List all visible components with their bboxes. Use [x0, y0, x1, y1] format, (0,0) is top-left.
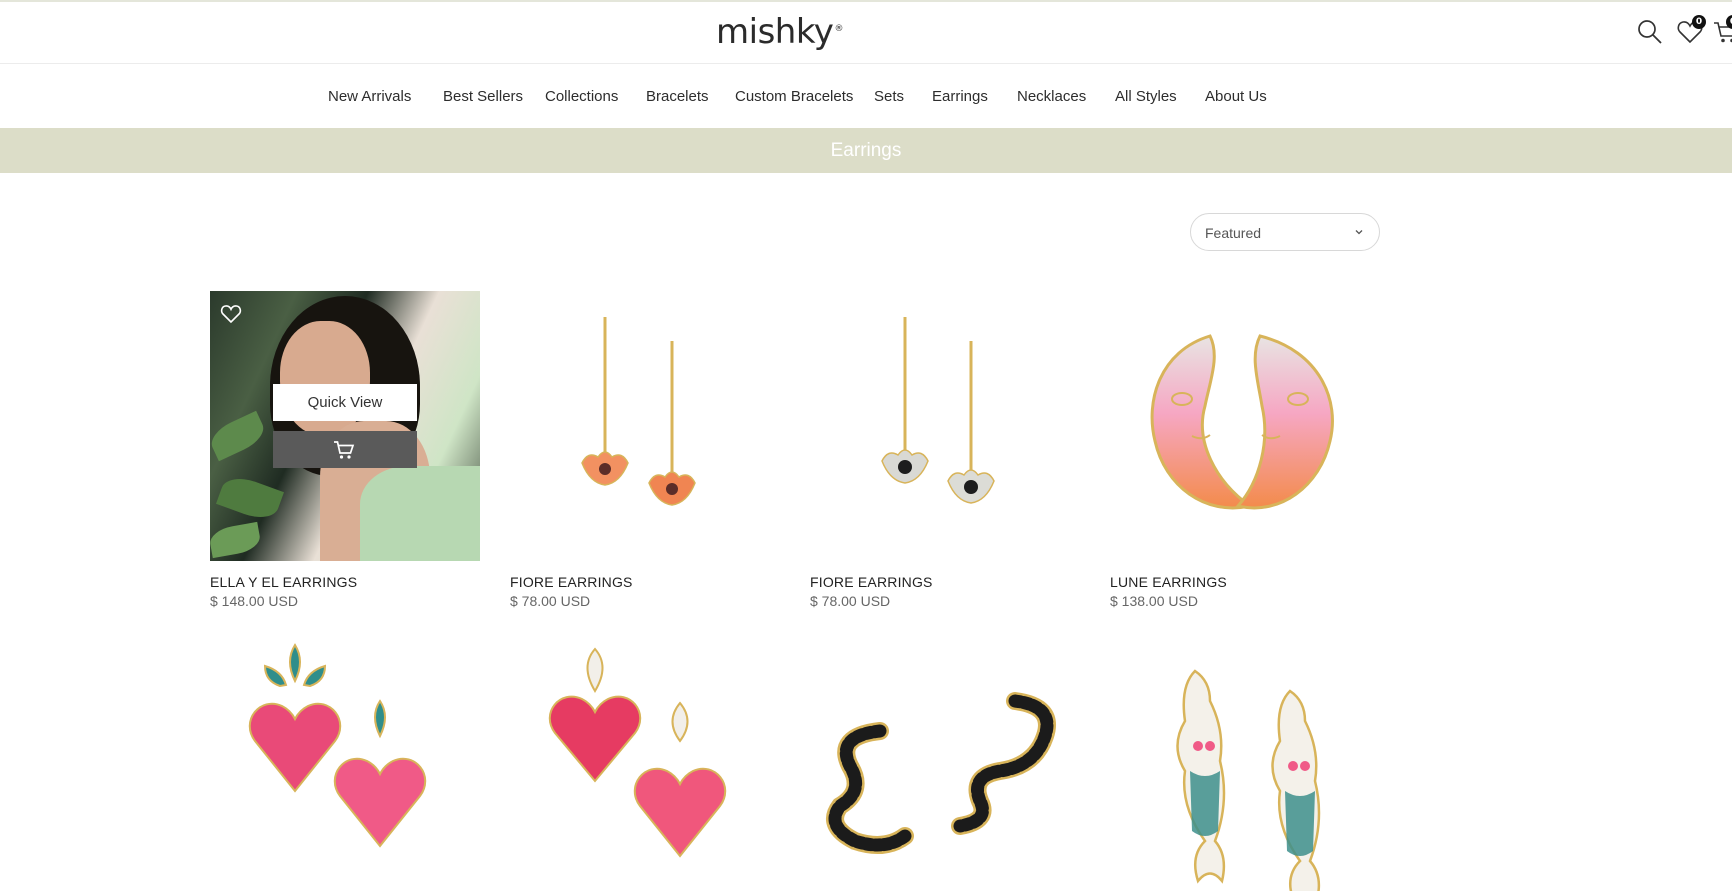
category-banner: Earrings: [0, 128, 1732, 173]
nav-all-styles[interactable]: All Styles: [1115, 88, 1177, 105]
product-title[interactable]: LUNE EARRINGS: [1110, 574, 1227, 590]
product-price: $ 78.00 USD: [810, 593, 891, 609]
mermaid-earrings-illustration: [1176, 669, 1321, 891]
main-navigation: New Arrivals Best Sellers Collections Br…: [0, 64, 1732, 128]
product-image[interactable]: [210, 641, 480, 891]
product-image[interactable]: [1110, 291, 1380, 561]
sort-selected-value: Featured: [1205, 225, 1262, 241]
nav-new-arrivals[interactable]: New Arrivals: [328, 88, 411, 105]
fiore-earrings-orange-illustration: [581, 317, 696, 506]
nav-best-sellers[interactable]: Best Sellers: [443, 88, 523, 105]
product-image[interactable]: [810, 641, 1080, 891]
nav-collections[interactable]: Collections: [545, 88, 618, 105]
product-title[interactable]: FIORE EARRINGS: [810, 574, 933, 590]
sort-select[interactable]: Featured: [1190, 213, 1380, 251]
nav-custom-bracelets[interactable]: Custom Bracelets: [735, 88, 853, 105]
product-title[interactable]: ELLA Y EL EARRINGS: [210, 574, 357, 590]
heart-earrings-pink-illustration: [548, 647, 727, 858]
nav-bracelets[interactable]: Bracelets: [646, 88, 709, 105]
product-price: $ 148.00 USD: [210, 593, 298, 609]
wishlist-heart-icon[interactable]: 0: [1676, 15, 1706, 46]
product-title[interactable]: FIORE EARRINGS: [510, 574, 633, 590]
brand-logo[interactable]: mishky®: [716, 12, 876, 52]
quick-view-button[interactable]: Quick View: [273, 384, 417, 421]
product-image[interactable]: Quick View: [210, 291, 480, 561]
wishlist-count-badge: 0: [1692, 15, 1706, 29]
product-price: $ 138.00 USD: [1110, 593, 1198, 609]
nav-necklaces[interactable]: Necklaces: [1017, 88, 1086, 105]
nav-earrings[interactable]: Earrings: [932, 88, 988, 105]
model-photo: [210, 291, 480, 561]
registered-mark-icon: ®: [834, 23, 843, 34]
fiore-earrings-black-illustration: [881, 317, 995, 504]
product-image[interactable]: [810, 291, 1080, 561]
cart-icon: [334, 441, 355, 459]
chevron-down-icon: [1355, 230, 1363, 235]
add-to-wishlist-heart-icon[interactable]: [220, 303, 242, 325]
snake-earrings-illustration: [826, 692, 1056, 854]
nav-about-us[interactable]: About Us: [1205, 88, 1267, 105]
add-to-cart-button[interactable]: [273, 431, 417, 468]
product-image[interactable]: [1110, 641, 1380, 891]
heart-earrings-green-illustration: [248, 643, 427, 848]
brand-logo-text: mishky: [716, 12, 834, 52]
lune-moon-earrings-illustration: [1150, 334, 1334, 510]
nav-sets[interactable]: Sets: [874, 88, 904, 105]
category-title: Earrings: [830, 140, 902, 161]
search-icon[interactable]: [1636, 18, 1664, 46]
product-price: $ 78.00 USD: [510, 593, 591, 609]
site-header: mishky® 0 0: [0, 2, 1732, 64]
product-image[interactable]: [510, 291, 780, 561]
cart-icon[interactable]: 0: [1712, 15, 1732, 46]
product-image[interactable]: [510, 641, 780, 891]
